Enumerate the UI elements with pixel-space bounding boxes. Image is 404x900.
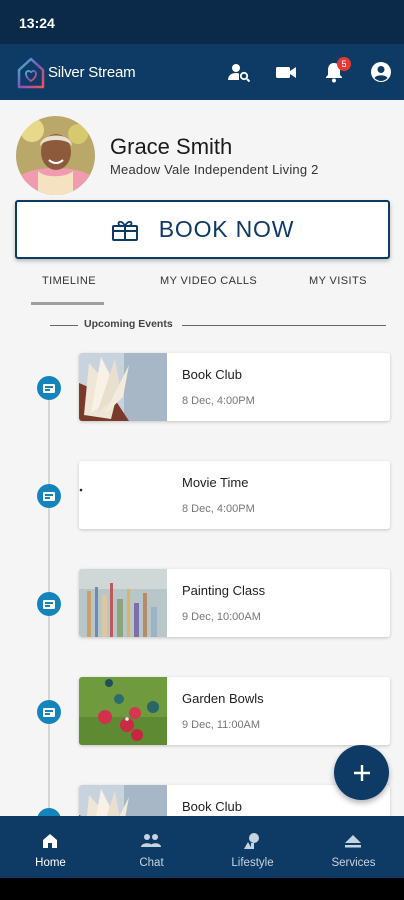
event-date: 8 Dec, 4:00PM bbox=[182, 395, 255, 407]
app-bar: Silver Stream bbox=[0, 44, 404, 100]
event-title: Book Club bbox=[182, 799, 242, 814]
gift-icon bbox=[111, 220, 138, 241]
avatar[interactable] bbox=[16, 116, 95, 195]
tab-timeline[interactable]: TIMELINE bbox=[42, 275, 96, 287]
profile-location: Meadow Vale Independent Living 2 bbox=[110, 162, 319, 177]
event-thumbnail bbox=[79, 461, 167, 529]
nav-item-chat[interactable]: Chat bbox=[101, 816, 202, 878]
event-thumbnail bbox=[79, 353, 167, 421]
account-icon[interactable] bbox=[367, 58, 395, 86]
profile-name: Grace Smith bbox=[110, 134, 233, 159]
event-card[interactable]: Garden Bowls 9 Dec, 11:00AM bbox=[79, 677, 390, 745]
event-card[interactable]: Movie Time 8 Dec, 4:00PM bbox=[79, 461, 390, 529]
divider bbox=[182, 325, 386, 326]
event-icon bbox=[37, 484, 61, 508]
book-now-button[interactable]: BOOK NOW bbox=[15, 200, 390, 259]
notification-badge: 5 bbox=[337, 57, 351, 71]
lifestyle-icon bbox=[240, 830, 264, 852]
event-icon bbox=[37, 592, 61, 616]
event-icon bbox=[37, 376, 61, 400]
event-title: Painting Class bbox=[182, 583, 266, 598]
home-icon bbox=[38, 830, 62, 852]
event-title: Movie Time bbox=[182, 475, 249, 490]
bottom-nav: Home Chat Lifestyle Services bbox=[0, 816, 404, 878]
event-card[interactable]: Painting Class 9 Dec, 10:00AM bbox=[79, 569, 390, 637]
event-date: 9 Dec, 11:00AM bbox=[182, 719, 261, 731]
event-card[interactable]: Book Club 8 Dec, 4:00PM bbox=[79, 353, 390, 421]
event-title: Book Club bbox=[182, 367, 242, 382]
status-bar: 13:24 bbox=[0, 0, 404, 44]
video-camera-icon[interactable] bbox=[272, 58, 300, 86]
event-title: Garden Bowls bbox=[182, 691, 264, 706]
nav-label-services: Services bbox=[331, 857, 376, 869]
brand-name: Silver Stream bbox=[48, 64, 136, 81]
event-icon bbox=[37, 700, 61, 724]
divider bbox=[50, 325, 78, 326]
system-nav-bar bbox=[0, 878, 404, 900]
nav-item-home[interactable]: Home bbox=[0, 816, 101, 878]
nav-label-home: Home bbox=[35, 857, 66, 869]
people-icon bbox=[139, 830, 163, 852]
section-title: Upcoming Events bbox=[84, 318, 173, 330]
section-header: Upcoming Events bbox=[50, 318, 386, 332]
plus-icon bbox=[353, 764, 370, 781]
silver-stream-logo bbox=[17, 57, 45, 89]
nav-label-chat: Chat bbox=[139, 857, 164, 869]
event-thumbnail bbox=[79, 569, 167, 637]
event-thumbnail bbox=[79, 677, 167, 745]
nav-label-lifestyle: Lifestyle bbox=[231, 857, 274, 869]
status-time: 13:24 bbox=[19, 15, 55, 31]
eject-icon bbox=[341, 830, 365, 852]
tab-indicator bbox=[31, 302, 104, 305]
find-person-icon[interactable] bbox=[225, 58, 253, 86]
book-now-label: BOOK NOW bbox=[158, 216, 295, 242]
event-date: 9 Dec, 10:00AM bbox=[182, 611, 261, 623]
add-button[interactable] bbox=[334, 745, 389, 800]
tab-my-visits[interactable]: MY VISITS bbox=[309, 275, 367, 287]
nav-item-lifestyle[interactable]: Lifestyle bbox=[202, 816, 303, 878]
tab-my-video-calls[interactable]: MY VIDEO CALLS bbox=[160, 275, 257, 287]
nav-item-services[interactable]: Services bbox=[303, 816, 404, 878]
event-date: 8 Dec, 4:00PM bbox=[182, 503, 255, 515]
